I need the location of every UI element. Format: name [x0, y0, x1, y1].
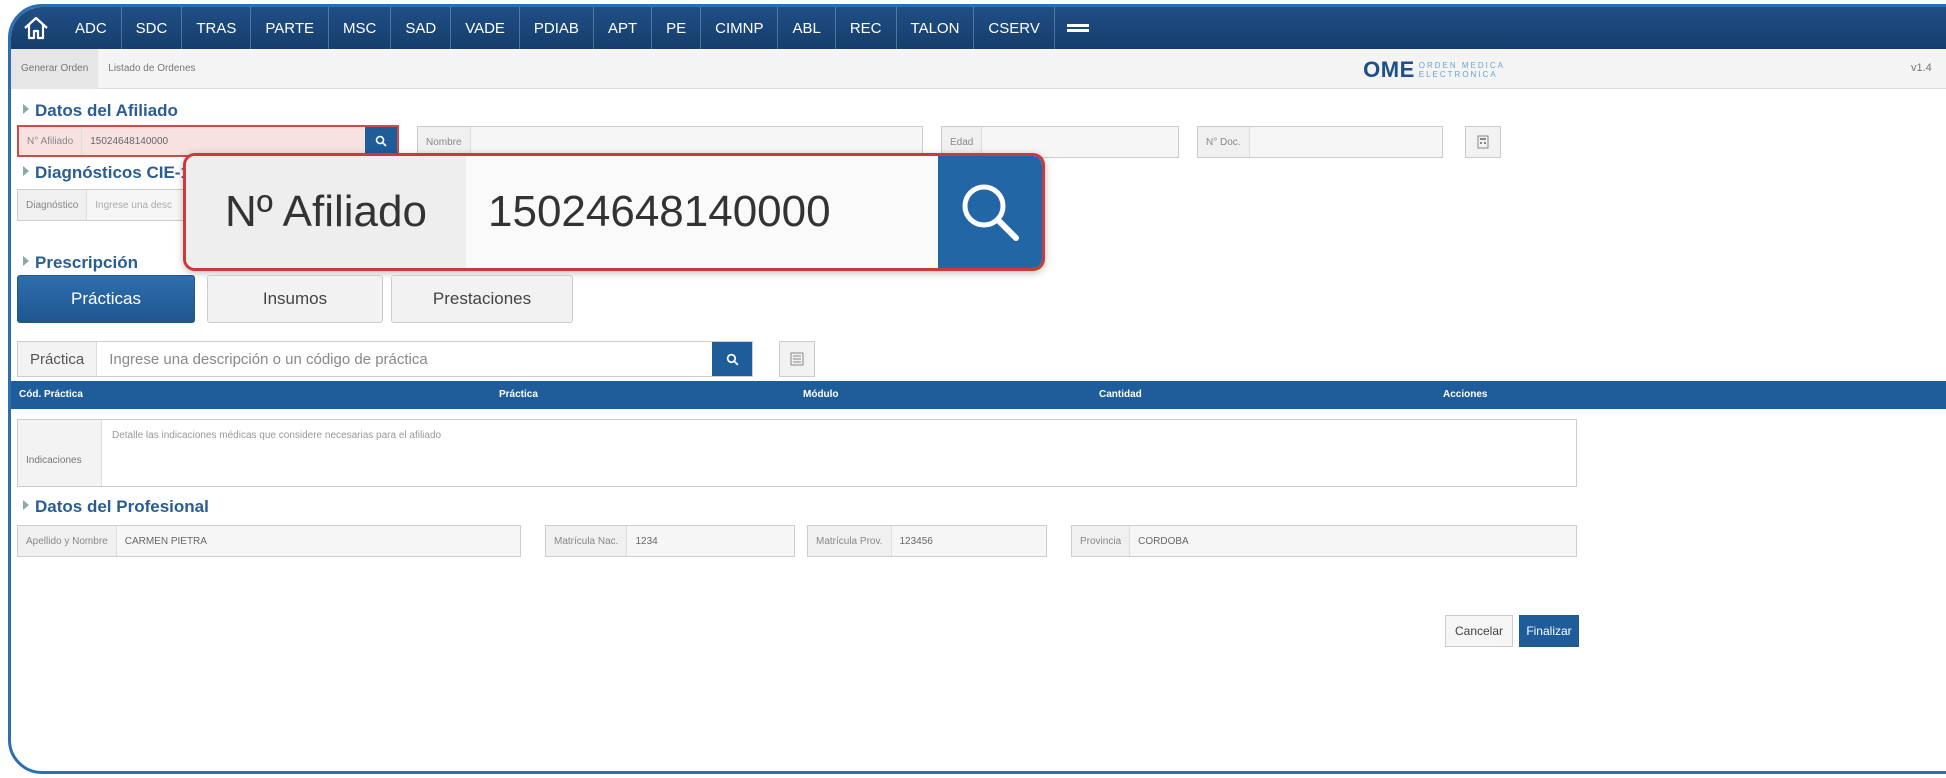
hamburger-icon — [1066, 22, 1089, 34]
tab-prestaciones[interactable]: Prestaciones — [391, 275, 573, 323]
nav-item-tras[interactable]: TRAS — [182, 7, 252, 49]
nav-item-abl[interactable]: ABL — [778, 7, 836, 49]
callout-value: 15024648140000 — [466, 156, 938, 268]
brand-sub: ORDEN MEDICA ELECTRONICA — [1419, 61, 1505, 79]
profesional-nombre-label: Apellido y Nombre — [18, 526, 117, 556]
indicaciones-textarea[interactable]: Detalle las indicaciones médicas que con… — [102, 420, 451, 486]
nav-item-pe[interactable]: PE — [652, 7, 702, 49]
section-title-prescripcion: Prescripción — [23, 253, 138, 273]
indicaciones-field[interactable]: Indicaciones Detalle las indicaciones mé… — [17, 419, 1577, 487]
section-title-diagnosticos: Diagnósticos CIE-10 — [23, 163, 199, 183]
top-nav: ADC SDC TRAS PARTE MSC SAD VADE PDIAB AP… — [11, 7, 1946, 49]
search-icon — [726, 353, 739, 366]
menu-button[interactable] — [1055, 7, 1101, 49]
practica-field[interactable]: Práctica Ingrese una descripción o un có… — [17, 341, 753, 377]
home-icon — [24, 16, 48, 40]
nav-item-parte[interactable]: PARTE — [251, 7, 329, 49]
nav-item-msc[interactable]: MSC — [329, 7, 392, 49]
nav-item-sdc[interactable]: SDC — [122, 7, 183, 49]
provincia-input[interactable]: CORDOBA — [1130, 526, 1576, 556]
practica-label: Práctica — [18, 342, 98, 376]
nav-item-apt[interactable]: APT — [594, 7, 653, 49]
afiliado-search-button[interactable] — [365, 127, 397, 155]
nav-item-talon[interactable]: TALON — [897, 7, 975, 49]
section-title-profesional: Datos del Profesional — [23, 497, 209, 517]
search-icon — [962, 184, 1019, 241]
col-codigo: Cód. Práctica — [19, 389, 83, 400]
callout-search-button — [938, 156, 1042, 268]
afiliado-number-label: N° Afiliado — [19, 127, 83, 155]
profesional-nombre-input[interactable]: CARMEN PIETRA — [116, 526, 520, 556]
nav-item-cimnp[interactable]: CIMNP — [701, 7, 779, 49]
mat-prov-label: Matrícula Prov. — [808, 526, 892, 556]
diagnostico-label: Diagnóstico — [18, 190, 88, 220]
doc-input[interactable] — [1249, 127, 1442, 157]
diagnostico-input[interactable]: Ingrese una desc — [87, 190, 196, 220]
sub-nav: Generar Orden Listado de Ordenes — [11, 48, 1946, 89]
nav-item-adc[interactable]: ADC — [61, 7, 122, 49]
mat-nac-field[interactable]: Matrícula Nac. 1234 — [545, 525, 795, 557]
mat-prov-field[interactable]: Matrícula Prov. 123456 — [807, 525, 1047, 557]
nav-item-sad[interactable]: SAD — [391, 7, 452, 49]
nav-item-cserv[interactable]: CSERV — [974, 7, 1055, 49]
col-acciones: Acciones — [1443, 389, 1488, 400]
nav-item-vade[interactable]: VADE — [451, 7, 520, 49]
list-icon — [790, 352, 804, 366]
brand-sub-line1: ORDEN MEDICA — [1418, 61, 1505, 70]
calculator-button[interactable] — [1465, 126, 1501, 158]
tab-insumos[interactable]: Insumos — [207, 275, 383, 323]
mat-nac-label: Matrícula Nac. — [546, 526, 628, 556]
nav-item-pdiab[interactable]: PDIAB — [520, 7, 594, 49]
afiliado-zoom-callout: Nº Afiliado 15024648140000 — [183, 153, 1045, 271]
nav-item-rec[interactable]: REC — [836, 7, 897, 49]
afiliado-number-input[interactable]: 15024648140000 — [82, 127, 365, 155]
calculator-icon — [1477, 135, 1489, 149]
provincia-field[interactable]: Provincia CORDOBA — [1071, 525, 1577, 557]
mat-nac-input[interactable]: 1234 — [627, 526, 794, 556]
doc-field[interactable]: N° Doc. — [1197, 126, 1443, 158]
col-modulo: Módulo — [803, 389, 839, 400]
practicas-table-header: Cód. Práctica Práctica Módulo Cantidad A… — [11, 381, 1946, 409]
diagnostico-field[interactable]: Diagnóstico Ingrese una desc — [17, 189, 197, 221]
mat-prov-input[interactable]: 123456 — [891, 526, 1046, 556]
search-icon — [375, 135, 387, 147]
tab-generar-orden[interactable]: Generar Orden — [11, 48, 99, 89]
practica-input[interactable]: Ingrese una descripción o un código de p… — [97, 342, 712, 376]
indicaciones-label: Indicaciones — [18, 420, 102, 486]
version-label: v1.4 — [1911, 62, 1932, 74]
app-frame: ADC SDC TRAS PARTE MSC SAD VADE PDIAB AP… — [8, 4, 1946, 774]
profesional-nombre-field[interactable]: Apellido y Nombre CARMEN PIETRA — [17, 525, 521, 557]
provincia-label: Provincia — [1072, 526, 1131, 556]
cancel-button[interactable]: Cancelar — [1445, 615, 1513, 647]
callout-label: Nº Afiliado — [186, 156, 466, 268]
brand-main: OME — [1363, 57, 1415, 82]
finish-button[interactable]: Finalizar — [1519, 615, 1579, 647]
tab-practicas[interactable]: Prácticas — [17, 275, 195, 323]
brand-logo: OME ORDEN MEDICA ELECTRONICA — [1363, 57, 1505, 83]
home-button[interactable] — [11, 7, 61, 49]
section-title-afiliado: Datos del Afiliado — [23, 101, 178, 121]
col-cantidad: Cantidad — [1099, 389, 1142, 400]
doc-label: N° Doc. — [1198, 127, 1250, 157]
practica-search-button[interactable] — [712, 342, 752, 376]
brand-sub-line2: ELECTRONICA — [1418, 70, 1498, 79]
tab-listado-ordenes[interactable]: Listado de Ordenes — [98, 49, 205, 89]
practica-list-button[interactable] — [779, 341, 815, 377]
col-practica: Práctica — [499, 389, 538, 400]
